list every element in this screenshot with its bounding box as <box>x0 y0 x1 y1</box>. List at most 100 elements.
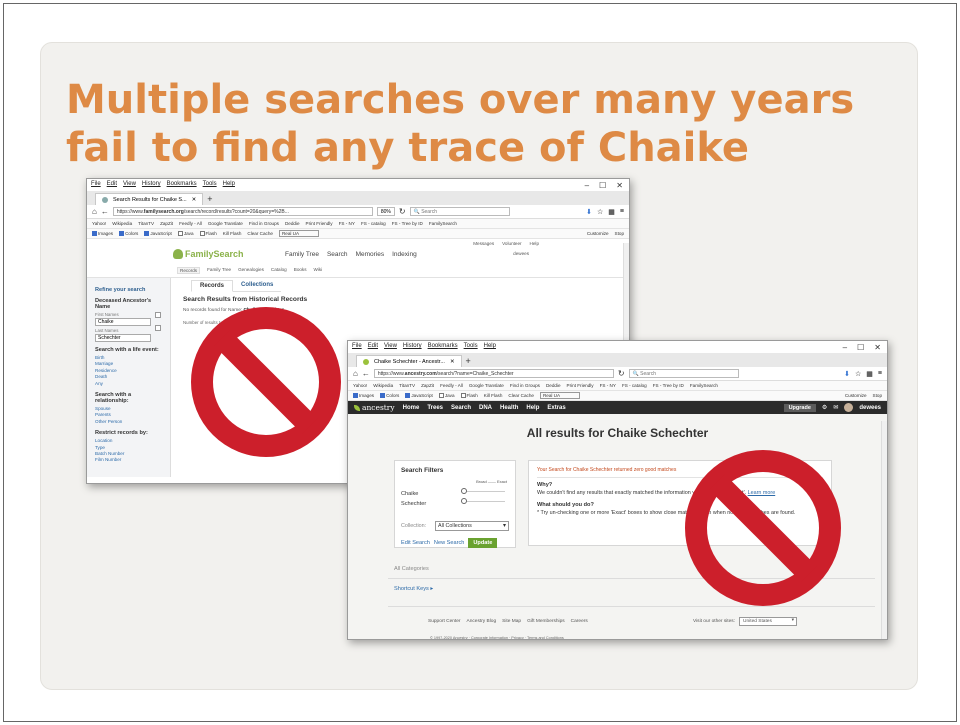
bookmark-familysearch[interactable]: FamilySearch <box>690 383 718 388</box>
messages-icon[interactable]: ✉ <box>833 404 838 411</box>
last-name-exact-checkbox[interactable] <box>155 325 161 331</box>
menu-bookmarks[interactable]: Bookmarks <box>428 343 458 351</box>
minimize-icon[interactable]: – <box>843 343 847 352</box>
bookmark-find-in-groups[interactable]: Find in Groups <box>249 221 279 226</box>
menu-file[interactable]: File <box>91 181 101 189</box>
reload-icon[interactable]: ↻ <box>618 369 625 378</box>
menu-file[interactable]: File <box>352 343 362 351</box>
menu-help[interactable]: Help <box>223 181 235 189</box>
subnav-books[interactable]: Books <box>294 267 307 274</box>
nav-help[interactable]: Help <box>526 405 539 411</box>
dev-stop[interactable]: Stop <box>873 393 882 398</box>
library-icon[interactable]: ▦ <box>608 208 615 216</box>
dev-kill-flash[interactable]: Kill Flash <box>223 231 242 236</box>
bookmark-titantv[interactable]: TitanTV <box>138 221 154 226</box>
url-field[interactable]: https://www. ancestry.com/search/?name=Ch… <box>373 369 614 378</box>
bookmark-deddie[interactable]: Deddie <box>546 383 561 388</box>
subnav-catalog[interactable]: Catalog <box>271 267 287 274</box>
maximize-icon[interactable]: ☐ <box>599 181 606 190</box>
footer-support[interactable]: Support Center <box>428 619 461 624</box>
bookmark-fs-ny[interactable]: FS - NY <box>600 383 616 388</box>
restrict-film[interactable]: Film Number <box>95 457 162 463</box>
reload-icon[interactable]: ↻ <box>399 207 406 216</box>
subnav-wiki[interactable]: Wiki <box>314 267 323 274</box>
new-tab-icon[interactable]: + <box>207 194 212 205</box>
menu-tools[interactable]: Tools <box>464 343 478 351</box>
new-search-link[interactable]: New Search <box>434 540 464 546</box>
volunteer-link[interactable]: Volunteer <box>502 241 521 246</box>
bookmark-find-in-groups[interactable]: Find in Groups <box>510 383 540 388</box>
bookmark-zapzit[interactable]: ZapZit <box>160 221 173 226</box>
dev-customize[interactable]: Customize <box>587 231 609 236</box>
home-icon[interactable]: ⌂ <box>92 207 97 216</box>
library-icon[interactable]: ▦ <box>866 370 873 378</box>
bookmark-wikipedia[interactable]: Wikipedia <box>112 221 132 226</box>
bookmark-star-icon[interactable]: ☆ <box>855 370 861 378</box>
menu-edit[interactable]: Edit <box>368 343 378 351</box>
bookmark-yahoo[interactable]: Yahoo! <box>92 221 106 226</box>
refine-heading[interactable]: Refine your search <box>95 287 162 293</box>
zoom-level[interactable]: 80% <box>376 207 395 216</box>
browser-tab[interactable]: Search Results for Chaike S... ✕ <box>95 193 204 205</box>
home-icon[interactable]: ⌂ <box>353 369 358 378</box>
notifications-icon[interactable]: ⚙ <box>822 404 827 411</box>
menu-history[interactable]: History <box>403 343 422 351</box>
dev-images[interactable]: Images <box>92 231 113 237</box>
bookmark-fs-catalog[interactable]: FS - catalog <box>361 221 386 226</box>
dev-customize[interactable]: Customize <box>845 393 867 398</box>
dev-stop[interactable]: Stop <box>615 231 624 236</box>
nav-dna[interactable]: DNA <box>479 405 492 411</box>
edit-search-link[interactable]: Edit Search <box>401 540 430 546</box>
nav-family-tree[interactable]: Family Tree <box>285 251 319 258</box>
bookmark-star-icon[interactable]: ☆ <box>597 208 603 216</box>
menu-icon[interactable]: ≡ <box>878 370 882 378</box>
dev-flash[interactable]: Flash <box>199 231 217 237</box>
menu-tools[interactable]: Tools <box>203 181 217 189</box>
footer-careers[interactable]: Careers <box>571 619 588 624</box>
update-button[interactable]: Update <box>468 538 498 548</box>
nav-indexing[interactable]: Indexing <box>392 251 417 258</box>
first-name-slider-track[interactable] <box>467 491 505 492</box>
menu-view[interactable]: View <box>384 343 397 351</box>
bookmark-titantv[interactable]: TitanTV <box>399 383 415 388</box>
bookmark-google-translate[interactable]: Google Translate <box>469 383 504 388</box>
footer-gift[interactable]: Gift Memberships <box>527 619 565 624</box>
bookmark-fs-ny[interactable]: FS - NY <box>339 221 355 226</box>
dev-clear-cache[interactable]: Clear Cache <box>508 393 534 398</box>
user-name[interactable]: dewees <box>859 405 881 411</box>
footer-blog[interactable]: Ancestry Blog <box>467 619 497 624</box>
life-event-any[interactable]: Any <box>95 381 162 387</box>
tab-records[interactable]: Records <box>191 280 234 292</box>
subnav-family-tree[interactable]: Family Tree <box>207 267 231 274</box>
dev-colors[interactable]: Colors <box>119 231 138 237</box>
bookmark-fs-tree[interactable]: FS - Tree by ID <box>653 383 684 388</box>
menu-bookmarks[interactable]: Bookmarks <box>167 181 197 189</box>
bookmark-fs-catalog[interactable]: FS - catalog <box>622 383 647 388</box>
bookmark-zapzit[interactable]: ZapZit <box>421 383 434 388</box>
menu-edit[interactable]: Edit <box>107 181 117 189</box>
bookmark-print-friendly[interactable]: Print Friendly <box>306 221 333 226</box>
back-icon[interactable]: ← <box>362 369 370 378</box>
dev-flash[interactable]: Flash <box>460 393 478 399</box>
subnav-records[interactable]: Records <box>177 267 201 274</box>
new-tab-icon[interactable]: + <box>466 356 471 367</box>
dev-colors[interactable]: Colors <box>380 393 399 399</box>
nav-search[interactable]: Search <box>327 251 348 258</box>
menu-help[interactable]: Help <box>484 343 496 351</box>
download-icon[interactable]: ⬇ <box>844 370 850 378</box>
bookmark-yahoo[interactable]: Yahoo! <box>353 383 367 388</box>
dev-javascript[interactable]: JavaScript <box>144 231 172 237</box>
browser-search-input[interactable]: 🔍 Search <box>628 369 739 378</box>
url-field[interactable]: https://www. familysearch.org/search/reco… <box>112 207 373 216</box>
subnav-genealogies[interactable]: Genealogies <box>238 267 264 274</box>
dev-clear-cache[interactable]: Clear Cache <box>247 231 273 236</box>
minimize-icon[interactable]: – <box>585 181 589 190</box>
dev-user-agent-select[interactable]: Real UA <box>539 392 580 399</box>
dev-images[interactable]: Images <box>353 393 374 399</box>
maximize-icon[interactable]: ☐ <box>857 343 864 352</box>
bookmark-familysearch[interactable]: FamilySearch <box>429 221 457 226</box>
last-name-slider-handle[interactable] <box>461 498 467 504</box>
close-icon[interactable]: ✕ <box>616 181 623 190</box>
bookmark-deddie[interactable]: Deddie <box>285 221 300 226</box>
ancestry-logo[interactable]: ancestry <box>354 403 395 412</box>
